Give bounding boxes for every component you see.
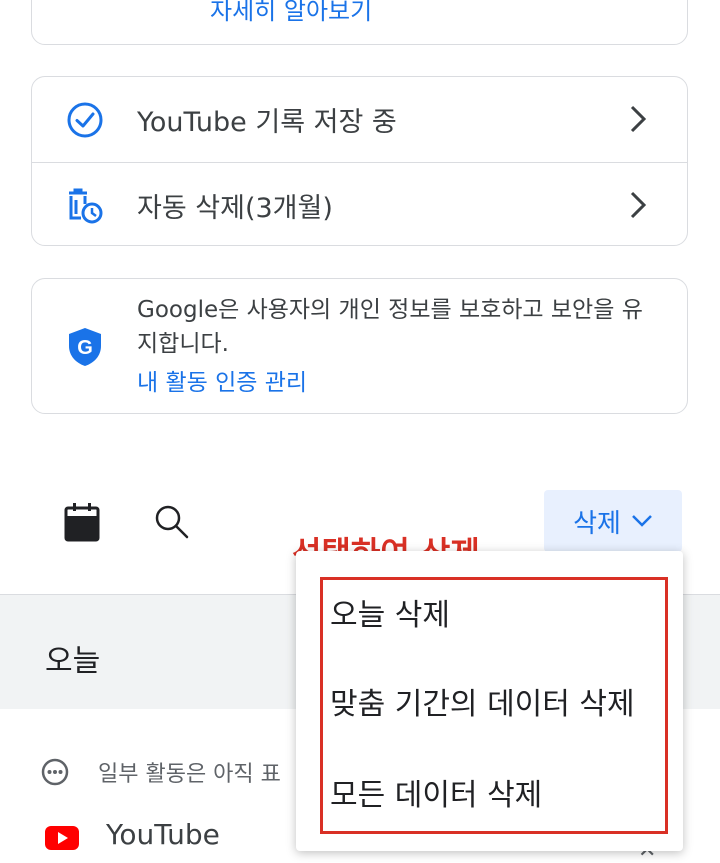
learn-more-card: 자세히 알아보기 <box>31 0 688 45</box>
more-info-icon <box>41 758 69 786</box>
calendar-icon[interactable] <box>64 502 100 542</box>
delete-button-label: 삭제 <box>573 508 621 539</box>
menu-item-delete-custom-range[interactable]: 맞춤 기간의 데이터 삭제 <box>330 679 635 723</box>
youtube-logo-icon <box>45 826 79 850</box>
auto-delete-row[interactable]: 자동 삭제(3개월) <box>32 162 687 248</box>
youtube-history-row[interactable]: YouTube 기록 저장 중 <box>32 77 687 162</box>
manage-verification-link[interactable]: 내 활동 인증 관리 <box>137 363 307 397</box>
chevron-right-icon <box>630 191 647 219</box>
google-shield-icon: G <box>69 328 101 366</box>
search-icon[interactable] <box>154 504 190 540</box>
pending-activity-text: 일부 활동은 아직 표 <box>98 762 281 787</box>
auto-delete-label: 자동 삭제(3개월) <box>137 193 333 224</box>
chevron-down-icon <box>632 515 652 527</box>
youtube-history-label: YouTube 기록 저장 중 <box>137 107 397 138</box>
auto-delete-icon <box>69 188 103 224</box>
privacy-card: G Google은 사용자의 개인 정보를 보호하고 보안을 유지합니다. 내 … <box>31 278 688 414</box>
learn-more-link[interactable]: 자세히 알아보기 <box>210 0 372 26</box>
menu-item-delete-today[interactable]: 오늘 삭제 <box>330 590 450 634</box>
svg-text:G: G <box>77 337 93 359</box>
menu-item-delete-all[interactable]: 모든 데이터 삭제 <box>330 770 542 814</box>
history-settings-card: YouTube 기록 저장 중 자동 삭제(3개월) <box>31 76 688 246</box>
youtube-app-label: YouTube <box>106 818 220 851</box>
today-label: 오늘 <box>45 644 101 679</box>
privacy-text: Google은 사용자의 개인 정보를 보호하고 보안을 유지합니다. <box>137 297 643 357</box>
chevron-right-icon <box>630 105 647 133</box>
delete-dropdown-button[interactable]: 삭제 <box>544 490 682 552</box>
check-circle-icon <box>67 102 103 138</box>
